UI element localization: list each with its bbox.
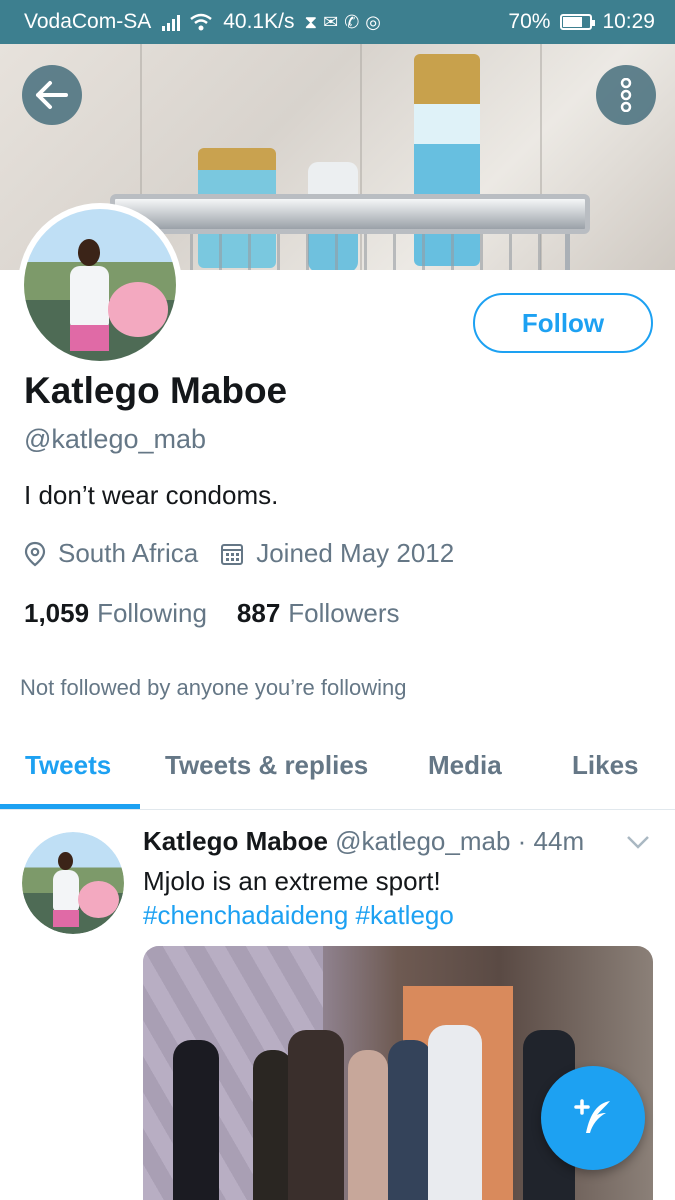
network-speed: 40.1K/s (223, 10, 295, 33)
profile-bio: I don’t wear condoms. (24, 480, 279, 510)
followers-count: 887 (236, 598, 281, 628)
mail-icon: ✉ (323, 11, 339, 32)
profile-meta: South Africa Joined May 2012 (24, 538, 476, 569)
follow-counts: 1,059 Following 887 Followers (24, 598, 400, 629)
tab-tweets[interactable]: Tweets (25, 750, 111, 781)
following-count: 1,059 (24, 598, 90, 628)
tweet-text: Mjolo is an extreme sport! (143, 866, 441, 896)
profile-tabs: Tweets Tweets & replies Media Likes (0, 740, 675, 810)
social-context: Not followed by anyone you’re following (20, 675, 407, 700)
tab-likes[interactable]: Likes (572, 750, 639, 781)
banner-shelf-rail (130, 234, 570, 270)
banner-shelf (110, 194, 590, 234)
followers-label: Followers (288, 598, 400, 628)
tweet-author-name[interactable]: Katlego Maboe (143, 826, 328, 856)
following-link[interactable]: 1,059 Following (24, 598, 207, 629)
battery-icon (560, 14, 596, 30)
back-arrow-icon (36, 81, 68, 109)
phone-icon: ✆ (344, 11, 360, 32)
signal-icons (161, 13, 213, 31)
calendar-icon (221, 543, 244, 565)
status-bar: VodaCom-SA 40.1K/s ⧗ ✉ ✆ ◎ 70% 10:29 (0, 0, 675, 44)
following-label: Following (97, 598, 207, 628)
hourglass-icon: ⧗ (304, 11, 318, 32)
followers-link[interactable]: 887 Followers (237, 598, 400, 629)
follow-button[interactable]: Follow (473, 293, 653, 353)
tweet-avatar[interactable] (22, 832, 124, 934)
more-options-icon (620, 78, 632, 112)
avatar-image (24, 209, 176, 361)
more-options-button[interactable] (596, 65, 656, 125)
tweet-header: Katlego Maboe @katlego_mab · 44m (143, 826, 584, 857)
chrome-icon: ◎ (365, 11, 381, 32)
profile-avatar[interactable] (18, 203, 182, 367)
profile-handle: @katlego_mab (24, 424, 207, 454)
battery-percent: 70% (508, 10, 551, 33)
tweet-handle-time: @katlego_mab · 44m (335, 826, 585, 856)
joined-item: Joined May 2012 (220, 538, 454, 569)
carrier-name: VodaCom-SA (24, 10, 152, 33)
notification-icons: ⧗ ✉ ✆ ◎ (304, 12, 381, 33)
tweet-avatar-image (22, 832, 124, 934)
location-text: South Africa (58, 538, 199, 568)
back-button[interactable] (22, 65, 82, 125)
tab-tweets-replies[interactable]: Tweets & replies (165, 750, 368, 781)
joined-text: Joined May 2012 (256, 538, 455, 568)
location-item: South Africa (24, 538, 198, 569)
profile-display-name: Katlego Maboe (24, 370, 288, 411)
active-tab-indicator (0, 804, 140, 809)
wifi-icon (190, 13, 213, 31)
compose-tweet-button[interactable] (541, 1066, 645, 1170)
tab-media[interactable]: Media (428, 750, 502, 781)
signal-icon (162, 15, 181, 31)
chevron-down-icon[interactable] (626, 834, 650, 850)
clock: 10:29 (602, 10, 655, 33)
location-pin-icon (24, 541, 46, 566)
compose-tweet-icon (574, 1099, 610, 1133)
tweet-hashtags[interactable]: #chenchadaideng #katlego (143, 900, 454, 931)
